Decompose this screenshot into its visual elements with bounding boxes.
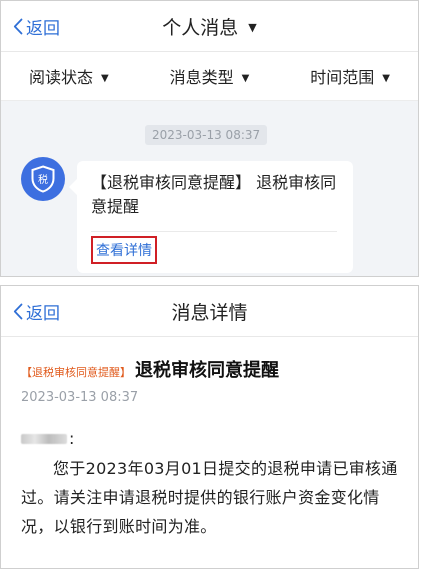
page-title: 个人消息 xyxy=(162,17,239,39)
page-title-dropdown[interactable]: 个人消息 ▼ xyxy=(1,13,418,40)
avatar-char: 税 xyxy=(38,173,48,186)
recipient-colon: : xyxy=(69,429,75,448)
filter-bar: 阅读状态 ▼ 消息类型 ▼ 时间范围 ▼ xyxy=(1,52,418,101)
message-type-tag: 【退税审核同意提醒】 xyxy=(21,366,131,379)
caret-down-icon: ▼ xyxy=(101,73,109,84)
detail-title-row: 【退税审核同意提醒】 退税审核同意提醒 xyxy=(21,356,279,382)
filter-read-status[interactable]: 阅读状态 ▼ xyxy=(29,64,109,88)
top-nav-bar: 返回 个人消息 ▼ xyxy=(1,1,418,52)
recipient-name: : xyxy=(21,429,74,448)
filter-label: 时间范围 xyxy=(310,68,375,87)
message-bubble[interactable]: 【退税审核同意提醒】 退税审核同意提醒 查看详情 xyxy=(69,161,353,273)
detail-heading: 退税审核同意提醒 xyxy=(135,360,279,381)
tax-shield-icon: 税 xyxy=(31,165,55,193)
filter-label: 消息类型 xyxy=(169,68,234,87)
message-text: 【退税审核同意提醒】 退税审核同意提醒 xyxy=(91,173,337,216)
filter-time-range[interactable]: 时间范围 ▼ xyxy=(310,64,390,88)
redacted-name xyxy=(21,433,67,444)
caret-down-icon: ▼ xyxy=(241,73,250,84)
message-timestamp: 2023-03-13 08:37 xyxy=(145,125,268,145)
message-detail-screen: 返回 消息详情 【退税审核同意提醒】 退税审核同意提醒 2023-03-13 0… xyxy=(0,285,419,569)
filter-message-type[interactable]: 消息类型 ▼ xyxy=(170,64,250,88)
caret-down-icon: ▼ xyxy=(382,73,390,84)
detail-body: 您于2023年03月01日提交的退税申请已审核通过。请关注申请退税时提供的银行账… xyxy=(21,459,398,536)
avatar: 税 xyxy=(21,157,65,201)
message-area: 2023-03-13 08:37 税 【退税审核同意提醒】 退税审核同意提醒 查… xyxy=(1,101,418,276)
caret-down-icon: ▼ xyxy=(248,21,257,34)
detail-date: 2023-03-13 08:37 xyxy=(21,390,139,405)
filter-label: 阅读状态 xyxy=(29,68,94,87)
view-details-link[interactable]: 查看详情 xyxy=(91,236,157,264)
page-title: 消息详情 xyxy=(171,302,248,324)
message-list-screen: 返回 个人消息 ▼ 阅读状态 ▼ 消息类型 ▼ 时间范围 ▼ 2023-03-13 08… xyxy=(0,0,419,277)
divider xyxy=(91,231,337,232)
top-nav-bar: 返回 消息详情 xyxy=(1,286,418,337)
